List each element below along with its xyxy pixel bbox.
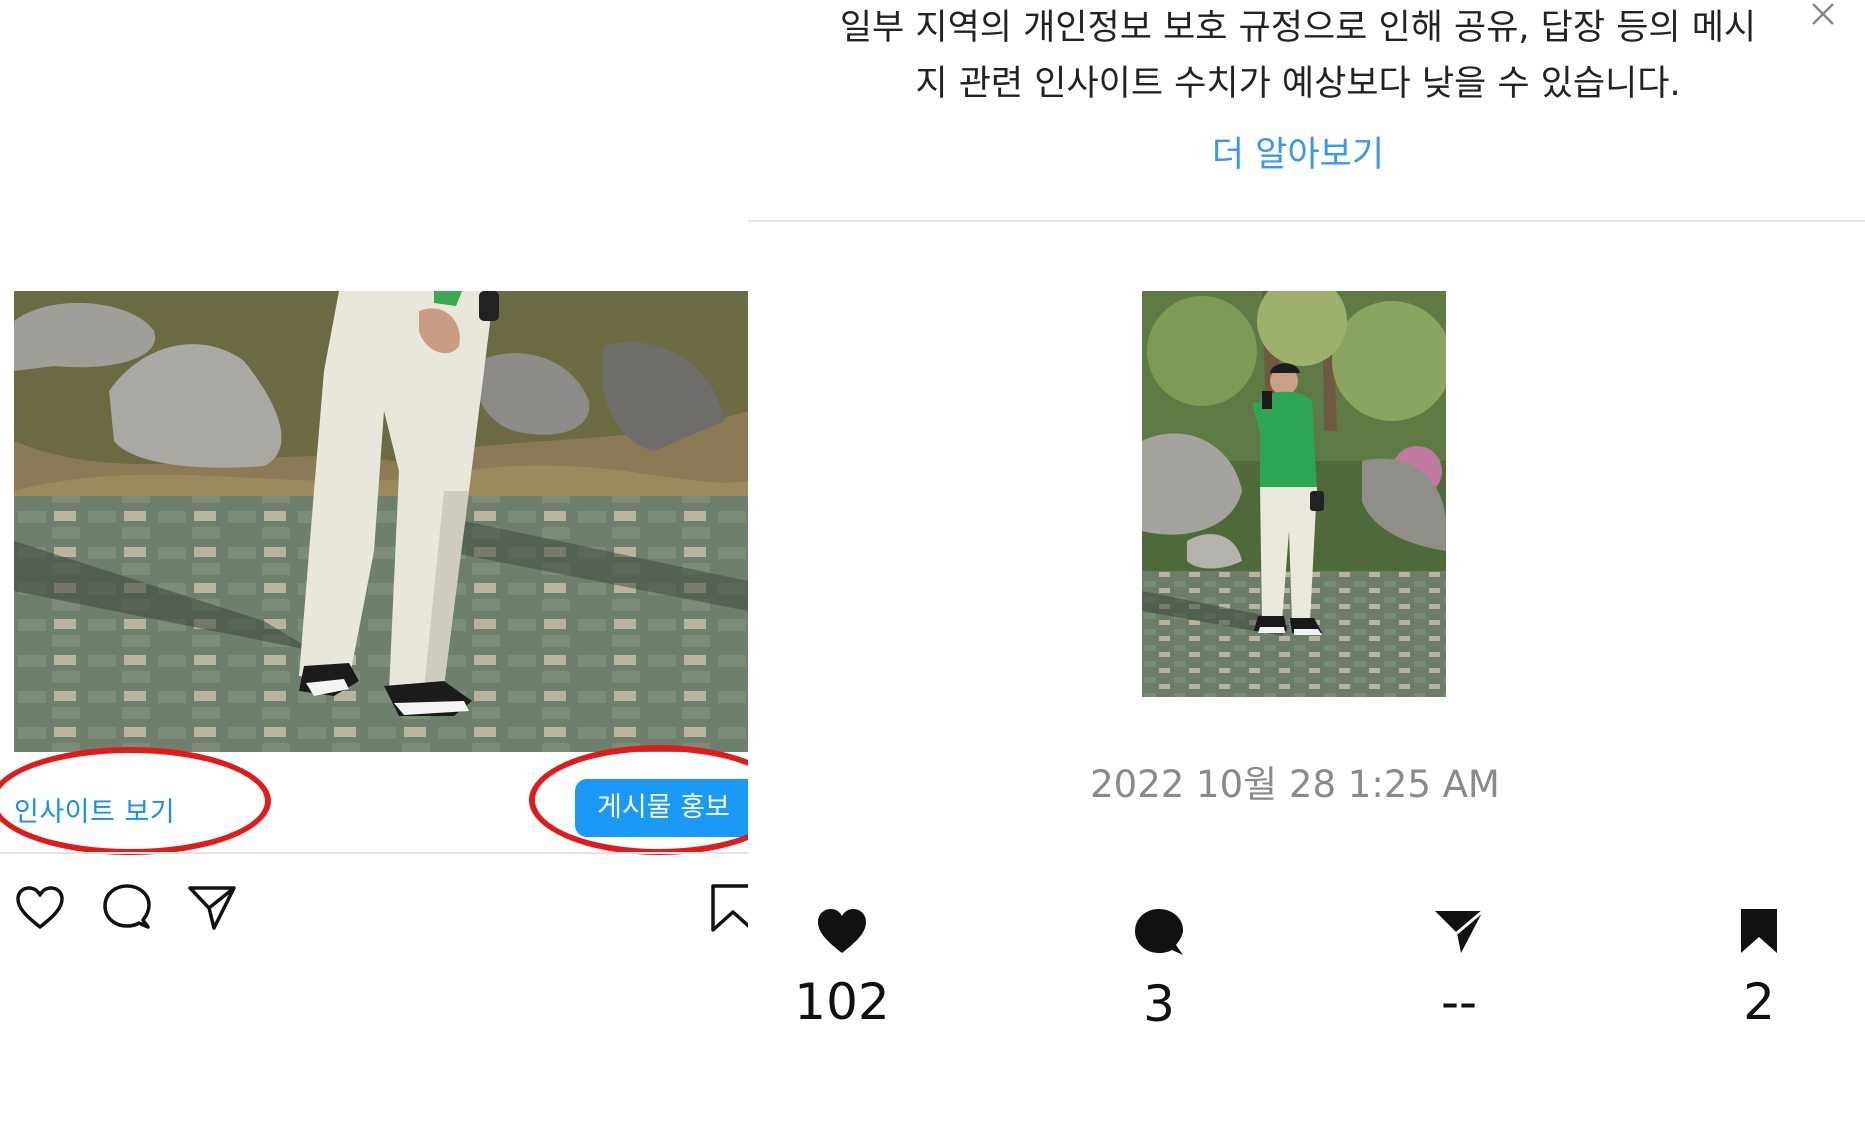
comments-count: 3	[1143, 975, 1175, 1033]
comment-outline-icon[interactable]	[98, 880, 154, 936]
saves-count: 2	[1743, 973, 1775, 1031]
stat-shares: --	[1379, 905, 1539, 1031]
post-date: 2022 10월 28 1:25 AM	[1090, 763, 1500, 806]
shares-count: --	[1440, 973, 1478, 1031]
divider	[0, 852, 748, 854]
heart-outline-icon[interactable]	[12, 880, 68, 936]
stat-likes: 102	[762, 905, 922, 1031]
bookmark-filled-icon	[1741, 909, 1777, 953]
share-filled-icon	[1435, 909, 1484, 953]
stat-saves: 2	[1679, 905, 1839, 1031]
learn-more-link[interactable]: 더 알아보기	[748, 126, 1848, 177]
privacy-notice: 일부 지역의 개인정보 보호 규정으로 인해 공유, 답장 등의 메시 지 관련…	[788, 0, 1808, 112]
likes-count: 102	[794, 973, 890, 1031]
post-thumbnail[interactable]	[1142, 291, 1446, 697]
heart-filled-icon	[818, 909, 866, 953]
close-icon[interactable]	[1803, 0, 1843, 40]
view-insights-link[interactable]: 인사이트 보기	[14, 790, 175, 829]
privacy-notice-line: 지 관련 인사이트 수치가 예상보다 낮을 수 있습니다.	[915, 64, 1681, 104]
post-photo	[14, 291, 748, 752]
bookmark-outline-icon[interactable]	[705, 880, 748, 936]
privacy-notice-line: 일부 지역의 개인정보 보호 규정으로 인해 공유, 답장 등의 메시	[839, 8, 1757, 48]
share-plane-icon[interactable]	[184, 880, 240, 936]
post-preview-panel: 인사이트 보기 게시물 홍보	[0, 0, 748, 1125]
promote-post-button[interactable]: 게시물 홍보	[575, 779, 748, 837]
insights-panel: 일부 지역의 개인정보 보호 규정으로 인해 공유, 답장 등의 메시 지 관련…	[748, 0, 1865, 1125]
stat-comments: 3	[1079, 905, 1239, 1033]
divider	[748, 220, 1865, 222]
comment-filled-icon	[1135, 909, 1183, 955]
